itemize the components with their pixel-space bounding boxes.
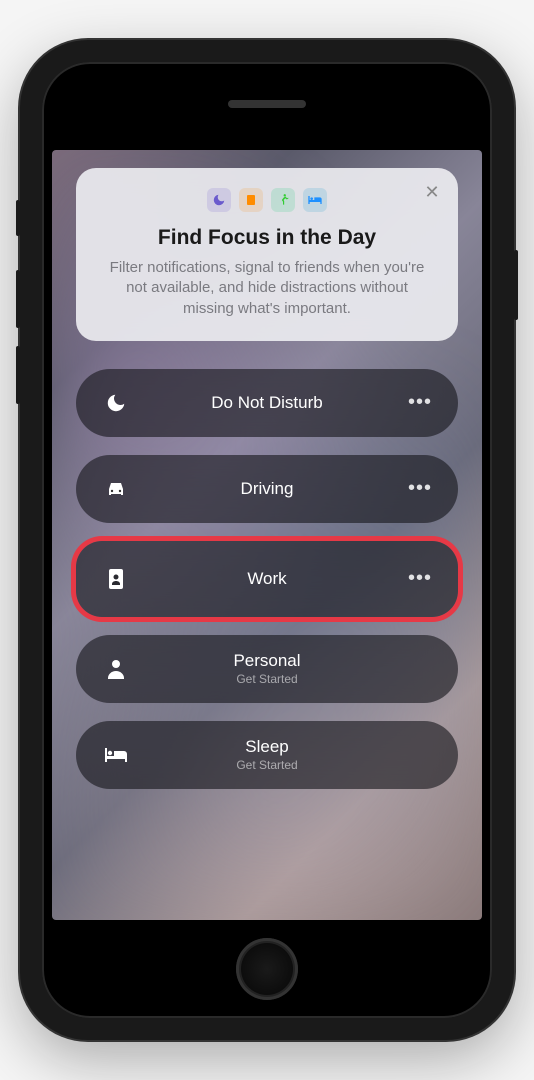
moon-icon xyxy=(102,392,130,414)
speaker-grille xyxy=(228,100,306,108)
mute-switch xyxy=(16,200,20,236)
phone-bezel: ✕ Fi xyxy=(42,62,492,1018)
focus-text: Work xyxy=(130,569,404,589)
book-icon xyxy=(239,188,263,212)
focus-text: Driving xyxy=(130,479,404,499)
focus-sublabel: Get Started xyxy=(236,758,297,772)
more-icon[interactable]: ••• xyxy=(404,477,432,500)
focus-label: Personal xyxy=(233,651,300,671)
close-icon[interactable]: ✕ xyxy=(422,182,442,202)
phone-frame: ✕ Fi xyxy=(20,40,514,1040)
more-icon[interactable]: ••• xyxy=(404,391,432,414)
focus-item-personal[interactable]: Personal Get Started xyxy=(76,635,458,703)
bed-icon xyxy=(102,746,130,764)
focus-info-card: ✕ Fi xyxy=(76,168,458,341)
focus-item-driving[interactable]: Driving ••• xyxy=(76,455,458,523)
moon-icon xyxy=(207,188,231,212)
focus-label: Work xyxy=(247,569,286,589)
focus-text: Do Not Disturb xyxy=(130,393,404,413)
power-button xyxy=(514,250,518,320)
badge-icon xyxy=(102,567,130,591)
info-card-title: Find Focus in the Day xyxy=(100,226,434,250)
focus-list: Do Not Disturb ••• Driving ••• xyxy=(76,369,458,789)
volume-up xyxy=(16,270,20,328)
car-icon xyxy=(102,479,130,499)
focus-text: Personal Get Started xyxy=(130,651,404,686)
bed-icon xyxy=(303,188,327,212)
focus-label: Sleep xyxy=(245,737,288,757)
focus-text: Sleep Get Started xyxy=(130,737,404,772)
focus-label: Do Not Disturb xyxy=(211,393,322,413)
focus-item-sleep[interactable]: Sleep Get Started xyxy=(76,721,458,789)
focus-label: Driving xyxy=(241,479,294,499)
focus-item-do-not-disturb[interactable]: Do Not Disturb ••• xyxy=(76,369,458,437)
more-icon[interactable]: ••• xyxy=(404,567,432,590)
running-icon xyxy=(271,188,295,212)
person-icon xyxy=(102,658,130,680)
volume-down xyxy=(16,346,20,404)
focus-item-work[interactable]: Work ••• xyxy=(76,541,458,617)
focus-info-icons xyxy=(100,188,434,212)
screen: ✕ Fi xyxy=(52,150,482,920)
focus-sublabel: Get Started xyxy=(236,672,297,686)
home-button[interactable] xyxy=(236,938,298,1000)
info-card-subtitle: Filter notifications, signal to friends … xyxy=(100,258,434,319)
focus-panel: ✕ Fi xyxy=(52,150,482,920)
